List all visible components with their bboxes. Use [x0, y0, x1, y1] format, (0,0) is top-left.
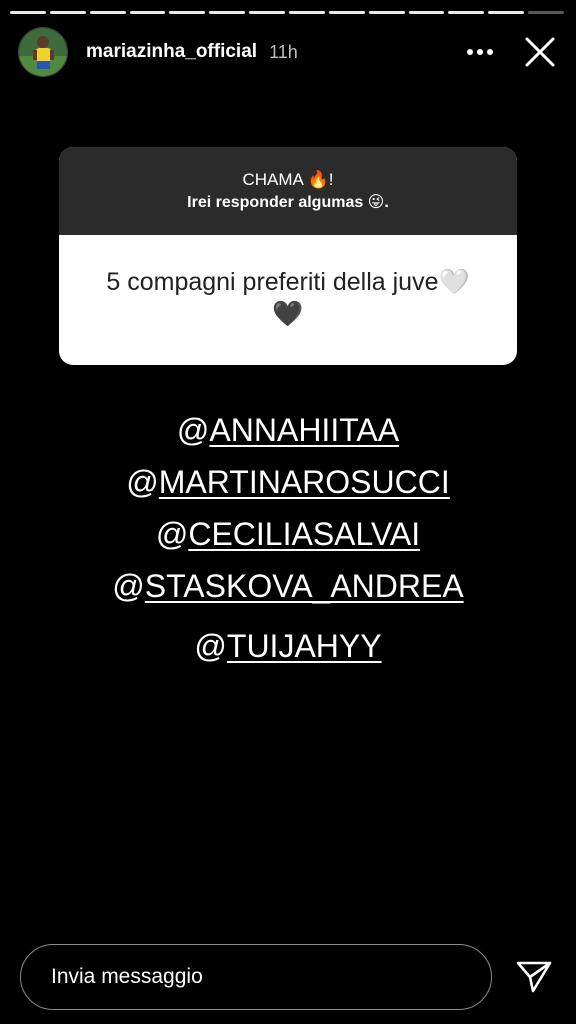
- question-prompt-line1: CHAMA 🔥!: [242, 170, 334, 189]
- mention-at: @: [126, 464, 159, 500]
- progress-segment: [10, 11, 46, 14]
- question-prompt: CHAMA 🔥! Irei responder algumas 😜.: [59, 147, 517, 235]
- progress-segment: [209, 11, 246, 14]
- story-time: 11h: [269, 41, 298, 62]
- progress-segment: [129, 11, 166, 14]
- progress-segment: [289, 11, 325, 14]
- question-answer: 5 compagni preferiti della juve🤍 🖤: [59, 235, 517, 365]
- message-input[interactable]: Invia messaggio: [20, 944, 492, 1010]
- question-answer-emoji: 🖤: [272, 300, 304, 328]
- mention-tuijahyy[interactable]: @TUIJAHYY: [0, 620, 576, 672]
- message-placeholder: Invia messaggio: [51, 965, 203, 988]
- progress-segment: [49, 11, 86, 14]
- avatar[interactable]: [18, 27, 68, 77]
- progress-segment-current: [528, 11, 565, 14]
- mention-at: @: [155, 516, 189, 552]
- story-progress-bar: [10, 11, 565, 14]
- mention-at: @: [176, 412, 210, 448]
- mention-handle: STASKOVA_ANDREA: [144, 568, 464, 604]
- progress-segment: [328, 11, 365, 14]
- progress-segment: [488, 11, 525, 14]
- progress-segment: [89, 11, 126, 14]
- mention-staskova-andrea[interactable]: @STASKOVA_ANDREA: [0, 560, 576, 612]
- mention-at: @: [194, 628, 227, 664]
- story-footer: Invia messaggio: [20, 944, 556, 1010]
- story-header: mariazinha_official 11h: [18, 26, 562, 78]
- question-answer-text: 5 compagni preferiti della juve🤍: [106, 268, 470, 296]
- progress-segment: [249, 11, 286, 14]
- progress-segment: [408, 11, 445, 14]
- mention-handle: ANNAHIITAA: [209, 412, 400, 448]
- mention-list: @ANNAHIITAA @MARTINAROSUCCI @CECILIASALV…: [0, 404, 576, 672]
- close-icon[interactable]: [518, 30, 562, 74]
- question-prompt-line2: Irei responder algumas 😜.: [187, 194, 389, 211]
- progress-segment: [169, 11, 206, 14]
- mention-handle: CECILIASALVAI: [188, 516, 421, 552]
- question-sticker: CHAMA 🔥! Irei responder algumas 😜. 5 com…: [59, 147, 517, 365]
- progress-segment: [368, 11, 405, 14]
- username[interactable]: mariazinha_official: [86, 41, 257, 63]
- mention-annahiitaa[interactable]: @ANNAHIITAA: [0, 404, 576, 456]
- mention-handle: MARTINAROSUCCI: [158, 464, 450, 500]
- mention-handle: TUIJAHYY: [226, 628, 382, 664]
- more-icon[interactable]: [460, 32, 500, 72]
- mention-at: @: [112, 568, 145, 604]
- mention-martinarosucci[interactable]: @MARTINAROSUCCI: [0, 456, 576, 508]
- progress-segment: [448, 11, 485, 14]
- mention-ceciliasalvai[interactable]: @CECILIASALVAI: [0, 508, 576, 560]
- send-icon[interactable]: [514, 957, 554, 997]
